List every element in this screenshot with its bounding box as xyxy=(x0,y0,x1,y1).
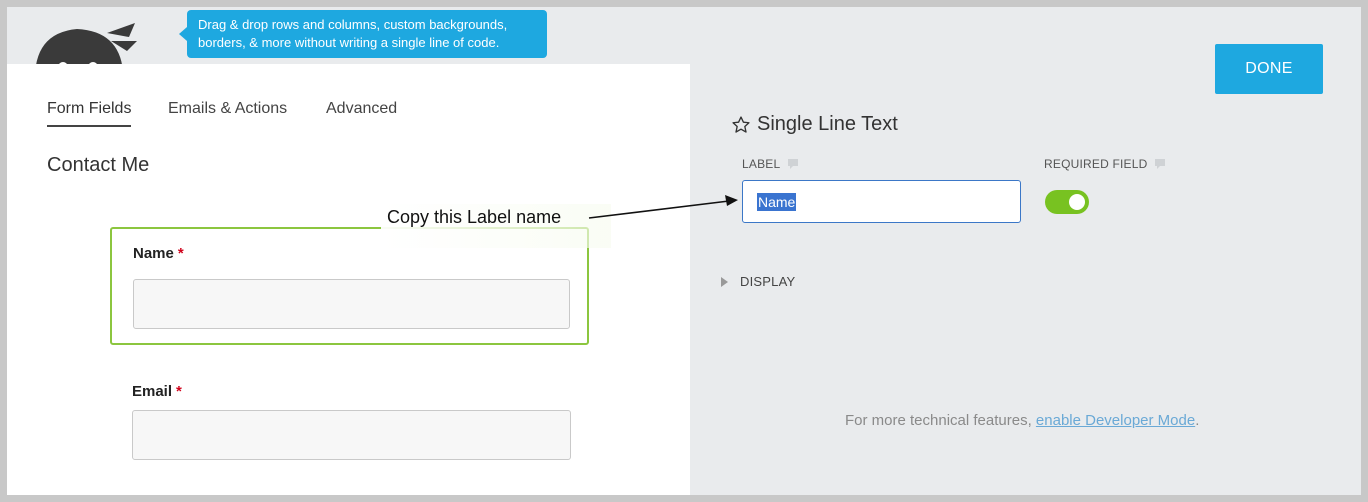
done-button[interactable]: DONE xyxy=(1215,44,1323,94)
required-toggle[interactable] xyxy=(1045,190,1089,214)
enable-developer-mode-link[interactable]: enable Developer Mode xyxy=(1036,412,1195,429)
field-type-title: Single Line Text xyxy=(757,113,898,135)
label-input-value: Name xyxy=(757,192,797,211)
email-field-label: Email * xyxy=(132,383,182,400)
comment-icon[interactable] xyxy=(787,158,799,170)
email-input[interactable] xyxy=(132,410,571,460)
footer-text: For more technical features, xyxy=(845,412,1032,429)
app-frame: Drag & drop rows and columns, custom bac… xyxy=(7,7,1361,495)
name-label-text: Name xyxy=(133,245,174,262)
developer-mode-note: For more technical features, enable Deve… xyxy=(845,412,1199,429)
email-required-mark: * xyxy=(176,383,182,400)
label-setting-heading: LABEL xyxy=(742,157,799,171)
annotation-text: Copy this Label name xyxy=(387,207,562,227)
tooltip-line-1: Drag & drop rows and columns, custom bac… xyxy=(198,17,508,32)
label-heading-text: LABEL xyxy=(742,157,781,171)
display-label: DISPLAY xyxy=(740,274,796,289)
tab-emails-actions[interactable]: Emails & Actions xyxy=(168,100,287,125)
promo-tooltip: Drag & drop rows and columns, custom bac… xyxy=(179,10,547,58)
expand-triangle-icon xyxy=(721,276,728,287)
name-required-mark: * xyxy=(177,245,184,262)
name-input[interactable] xyxy=(133,279,570,329)
name-field-label: Name * xyxy=(133,245,184,262)
form-title: Contact Me xyxy=(47,154,150,176)
toggle-knob xyxy=(1069,194,1085,210)
star-icon[interactable] xyxy=(731,115,751,135)
footer-period: . xyxy=(1195,412,1200,429)
tooltip-line-2: borders, & more without writing a single… xyxy=(198,35,500,50)
field-settings-title: Single Line Text xyxy=(731,113,898,136)
email-label-text: Email xyxy=(132,383,173,400)
form-builder-panel: Form Fields Emails & Actions Advanced Co… xyxy=(7,64,690,495)
label-input[interactable]: Name xyxy=(742,180,1021,223)
required-setting-heading: REQUIRED FIELD xyxy=(1044,157,1166,171)
display-section-toggle[interactable]: DISPLAY xyxy=(721,274,795,289)
comment-icon[interactable] xyxy=(1154,158,1166,170)
tab-form-fields[interactable]: Form Fields xyxy=(47,100,132,127)
tab-advanced[interactable]: Advanced xyxy=(326,100,397,125)
required-heading-text: REQUIRED FIELD xyxy=(1044,157,1148,171)
